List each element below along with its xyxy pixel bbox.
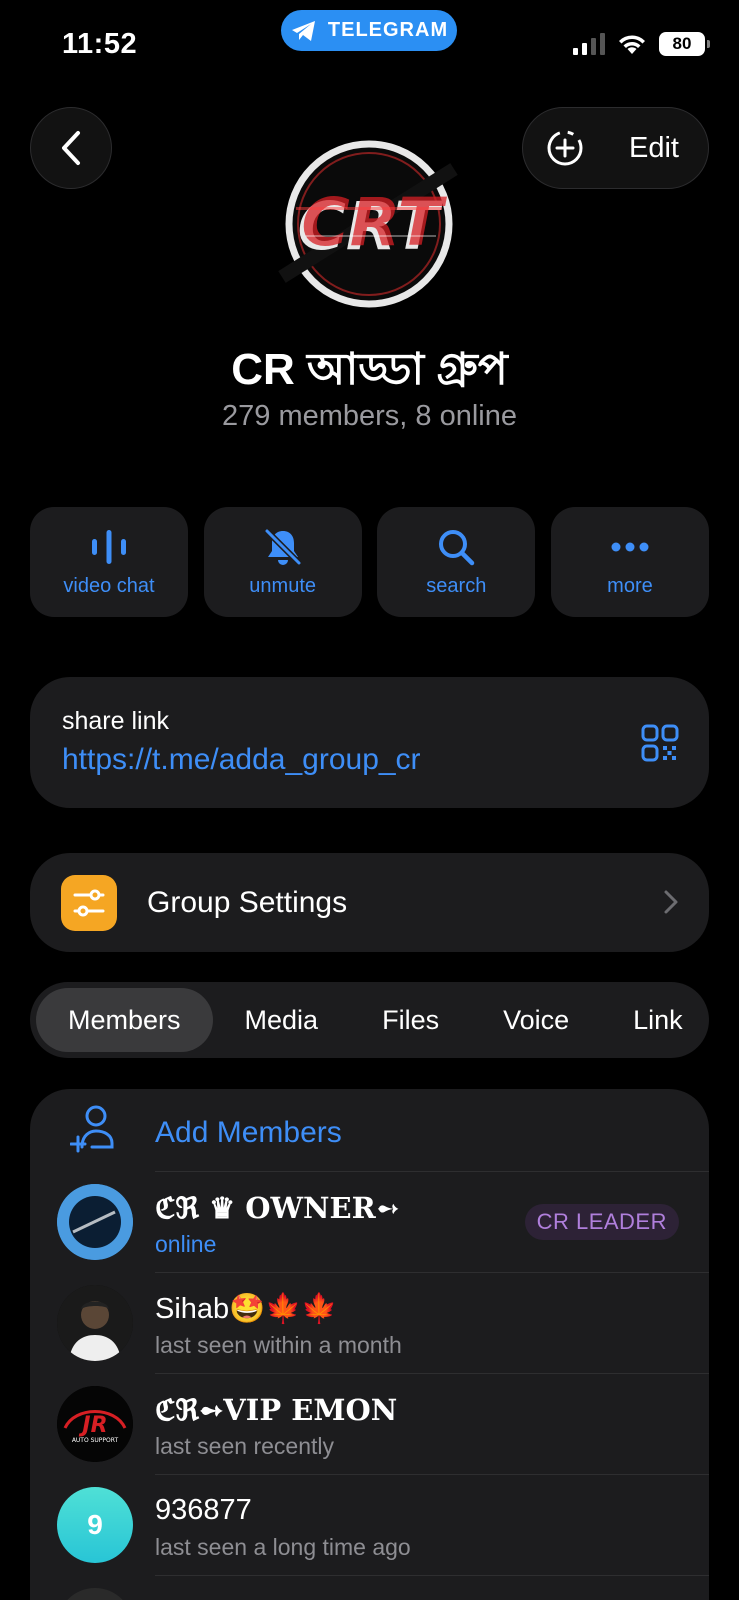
- add-members-label: Add Members: [155, 1116, 342, 1149]
- profile-tabs: Members Media Files Voice Link: [30, 982, 709, 1058]
- member-status: last seen recently: [155, 1433, 334, 1459]
- row-divider: [155, 1171, 709, 1172]
- back-button[interactable]: [30, 107, 112, 189]
- members-list: Add Members ℭℜ ♛ OWNER➻ online CR LEADER…: [30, 1089, 709, 1600]
- avatar: JR AUTO SUPPORT: [57, 1386, 133, 1462]
- share-link-card: share link https://t.me/adda_group_cr: [30, 677, 709, 808]
- member-name: Sihab🤩🍁🍁: [155, 1293, 338, 1325]
- row-divider: [155, 1272, 709, 1273]
- row-divider: [155, 1575, 709, 1576]
- member-name: ℭℜ➻VIP EMON: [155, 1393, 398, 1427]
- chevron-right-icon: [664, 890, 678, 914]
- member-row[interactable]: ℭℜ ♛ OWNER➻ online CR LEADER: [30, 1171, 709, 1272]
- add-user-icon: [70, 1105, 114, 1153]
- tab-files[interactable]: Files: [350, 988, 471, 1052]
- role-badge: CR LEADER: [524, 1204, 679, 1240]
- cellular-signal-icon: [573, 33, 605, 55]
- edit-button[interactable]: Edit: [629, 132, 679, 165]
- search-icon: [439, 529, 475, 565]
- more-button[interactable]: more: [550, 507, 709, 617]
- unmute-button[interactable]: unmute: [203, 507, 362, 617]
- add-story-icon[interactable]: [545, 128, 585, 168]
- row-divider: [155, 1373, 709, 1374]
- member-status: last seen a long time ago: [155, 1534, 411, 1560]
- voice-chat-icon: [92, 529, 126, 564]
- member-row[interactable]: JR AUTO SUPPORT ℭℜ➻VIP EMON last seen re…: [30, 1373, 709, 1474]
- search-button[interactable]: search: [377, 507, 536, 617]
- status-bar: 11:52 TELEGRAM 80: [0, 0, 739, 90]
- more-dots-icon: [611, 542, 649, 551]
- clock: 11:52: [62, 28, 138, 60]
- member-status: online: [155, 1231, 217, 1257]
- add-members-button[interactable]: Add Members: [30, 1089, 709, 1171]
- group-settings-label: Group Settings: [147, 885, 348, 919]
- status-icons: 80: [573, 32, 710, 56]
- row-divider: [155, 1474, 709, 1475]
- member-name: 936877: [155, 1494, 252, 1526]
- group-title: CR আড্ডা গ্রুপ: [231, 345, 508, 394]
- tab-members[interactable]: Members: [36, 988, 213, 1052]
- video-chat-label: video chat: [63, 574, 155, 597]
- more-label: more: [607, 574, 653, 597]
- tab-media[interactable]: Media: [213, 988, 351, 1052]
- chevron-left-icon: [62, 131, 80, 165]
- action-row: video chat unmute search more: [30, 507, 709, 617]
- share-link-title: share link: [62, 707, 169, 735]
- svg-text:AUTO SUPPORT: AUTO SUPPORT: [72, 1437, 119, 1444]
- group-avatar[interactable]: CRT CRT: [276, 137, 462, 311]
- avatar: 9: [57, 1487, 133, 1563]
- search-label: search: [426, 574, 487, 597]
- telegram-pill[interactable]: TELEGRAM: [281, 10, 457, 51]
- unmute-label: unmute: [249, 574, 317, 597]
- group-member-count: 279 members, 8 online: [222, 400, 517, 432]
- battery-indicator: 80: [659, 32, 710, 56]
- svg-text:CRT: CRT: [301, 184, 447, 261]
- video-chat-button[interactable]: video chat: [30, 507, 188, 617]
- member-row[interactable]: 9 936877 last seen a long time ago: [30, 1474, 709, 1575]
- share-link-url[interactable]: https://t.me/adda_group_cr: [62, 743, 421, 777]
- group-settings-row[interactable]: Group Settings: [30, 853, 709, 952]
- settings-sliders-icon: [61, 874, 117, 931]
- telegram-pill-label: TELEGRAM: [327, 19, 449, 41]
- muted-bell-icon: [264, 528, 301, 565]
- avatar: [57, 1184, 133, 1260]
- member-row[interactable]: [30, 1575, 709, 1600]
- svg-text:JR: JR: [78, 1413, 107, 1438]
- member-row[interactable]: Sihab🤩🍁🍁 last seen within a month: [30, 1272, 709, 1373]
- tab-voice[interactable]: Voice: [471, 988, 601, 1052]
- avatar: [57, 1285, 133, 1361]
- telegram-plane-icon: [291, 20, 315, 41]
- qr-code-icon[interactable]: [641, 724, 679, 762]
- member-name: ℭℜ ♛ OWNER➻: [155, 1191, 401, 1225]
- avatar: [57, 1588, 133, 1600]
- tab-links[interactable]: Link: [601, 988, 709, 1052]
- edit-pill: Edit: [522, 107, 709, 189]
- wifi-icon: [619, 35, 645, 54]
- member-status: last seen within a month: [155, 1332, 402, 1358]
